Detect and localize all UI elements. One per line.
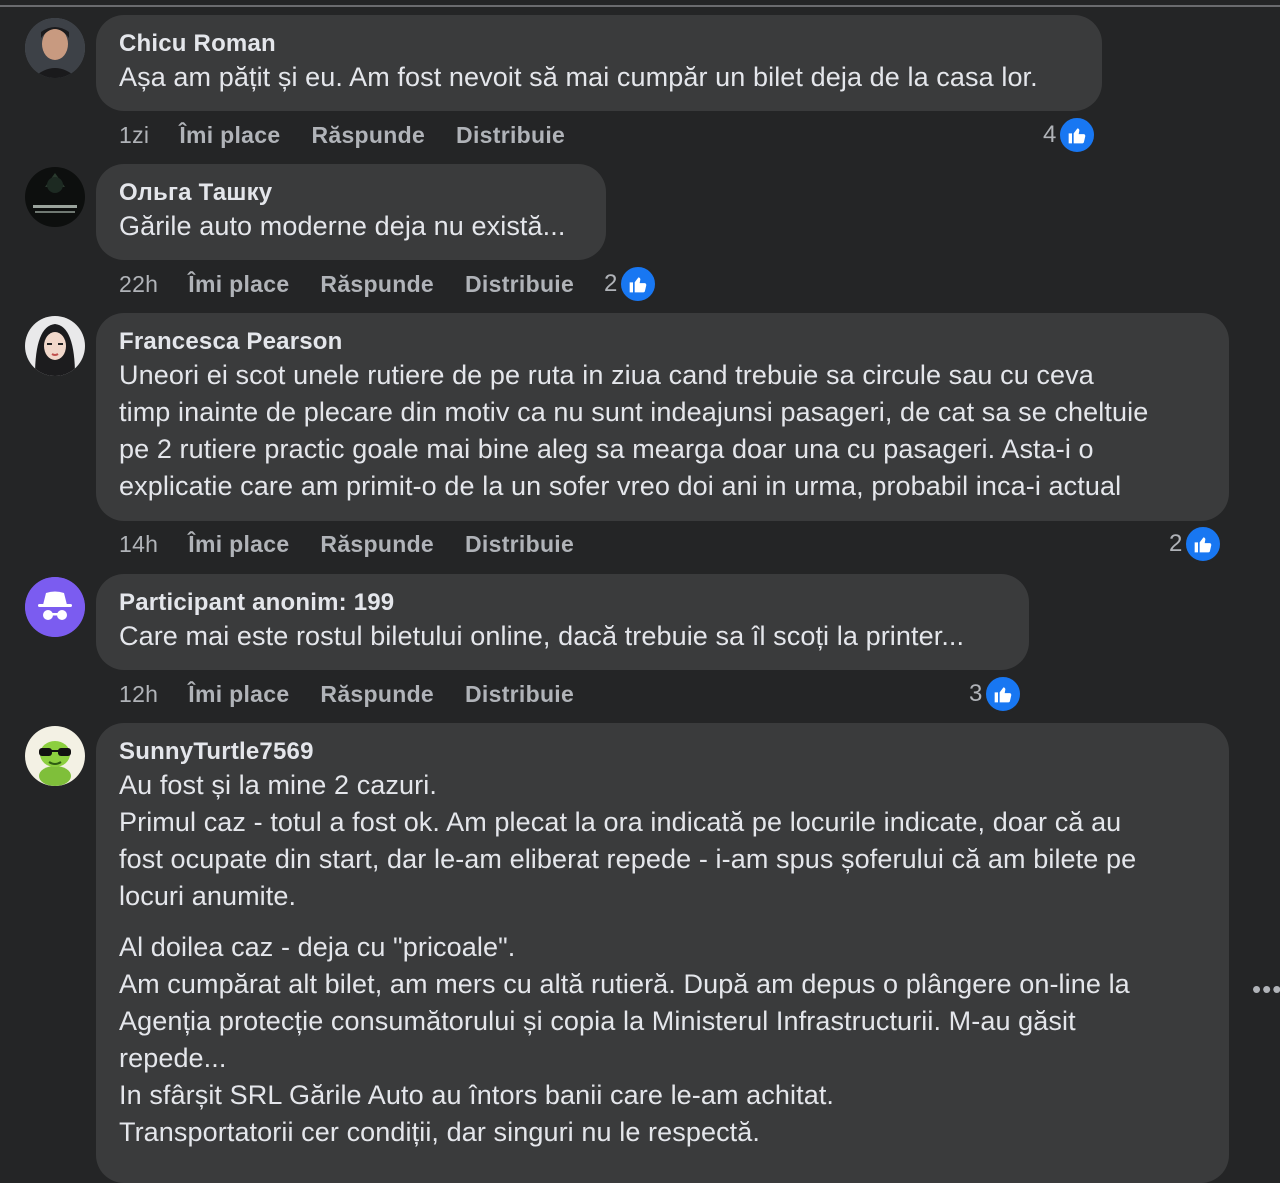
reply-button[interactable]: Răspunde xyxy=(320,531,434,558)
comment-actions: 22h Îmi place Răspunde Distribuie xyxy=(119,269,605,299)
like-count: 3 xyxy=(969,680,983,707)
like-count: 2 xyxy=(1169,530,1183,557)
like-button[interactable]: Îmi place xyxy=(179,122,280,149)
comment-timestamp[interactable]: 12h xyxy=(119,681,158,708)
comment-timestamp[interactable]: 1zi xyxy=(119,122,149,149)
comment-author[interactable]: SunnyTurtle7569 xyxy=(119,737,1206,767)
like-button[interactable]: Îmi place xyxy=(188,531,289,558)
reaction-count[interactable]: 4 xyxy=(1043,116,1097,154)
avatar[interactable] xyxy=(25,316,85,376)
thumbs-up-icon xyxy=(619,265,658,303)
thumbs-up-icon xyxy=(984,675,1023,713)
comment-text: Care mai este rostul biletului online, d… xyxy=(119,621,965,651)
comment-text: Al doilea caz - deja cu "pricoale". Am c… xyxy=(119,932,1130,1147)
reaction-count[interactable]: 2 xyxy=(1169,525,1223,563)
reply-button[interactable]: Răspunde xyxy=(320,681,434,708)
share-button[interactable]: Distribuie xyxy=(465,531,574,558)
comment-text: Uneori ei scot unele rutiere de pe ruta … xyxy=(119,360,1149,501)
avatar[interactable] xyxy=(25,726,85,786)
reply-button[interactable]: Răspunde xyxy=(311,122,425,149)
comment-timestamp[interactable]: 22h xyxy=(119,271,158,298)
reaction-count[interactable]: 2 xyxy=(604,265,658,303)
comment-actions: 14h Îmi place Răspunde Distribuie xyxy=(119,529,605,559)
comment-text: Așa am pățit și eu. Am fost nevoit să ma… xyxy=(119,62,1038,92)
more-options-icon[interactable]: ••• xyxy=(1252,976,1280,1002)
share-button[interactable]: Distribuie xyxy=(465,681,574,708)
comment-author[interactable]: Francesca Pearson xyxy=(119,327,1206,357)
comment-actions: 1zi Îmi place Răspunde Distribuie xyxy=(119,120,596,150)
comment-author[interactable]: Participant anonim: 199 xyxy=(119,588,1006,618)
like-button[interactable]: Îmi place xyxy=(188,271,289,298)
like-count: 2 xyxy=(604,270,618,297)
comment-bubble: Francesca Pearson Uneori ei scot unele r… xyxy=(96,313,1229,521)
comment-bubble: Participant anonim: 199 Care mai este ro… xyxy=(96,574,1029,670)
reaction-count[interactable]: 3 xyxy=(969,675,1023,713)
share-button[interactable]: Distribuie xyxy=(465,271,574,298)
comment-author[interactable]: Ольга Ташку xyxy=(119,178,583,208)
comment-bubble: SunnyTurtle7569 Au fost și la mine 2 caz… xyxy=(96,723,1229,1183)
top-divider xyxy=(0,5,1280,7)
avatar[interactable] xyxy=(25,167,85,227)
like-count: 4 xyxy=(1043,121,1057,148)
comment-actions: 12h Îmi place Răspunde Distribuie xyxy=(119,679,605,709)
comment-text: Au fost și la mine 2 cazuri. Primul caz … xyxy=(119,770,1137,911)
comment-text: Gările auto moderne deja nu există... xyxy=(119,211,566,241)
reply-button[interactable]: Răspunde xyxy=(320,271,434,298)
comment-author[interactable]: Chicu Roman xyxy=(119,29,1079,59)
thumbs-up-icon xyxy=(1184,525,1223,563)
comment-bubble: Chicu Roman Așa am pățit și eu. Am fost … xyxy=(96,15,1102,111)
avatar[interactable] xyxy=(25,18,85,78)
comment-bubble: Ольга Ташку Gările auto moderne deja nu … xyxy=(96,164,606,260)
anonymous-icon[interactable] xyxy=(25,577,85,637)
comment-timestamp[interactable]: 14h xyxy=(119,531,158,558)
thumbs-up-icon xyxy=(1058,116,1097,154)
like-button[interactable]: Îmi place xyxy=(188,681,289,708)
share-button[interactable]: Distribuie xyxy=(456,122,565,149)
